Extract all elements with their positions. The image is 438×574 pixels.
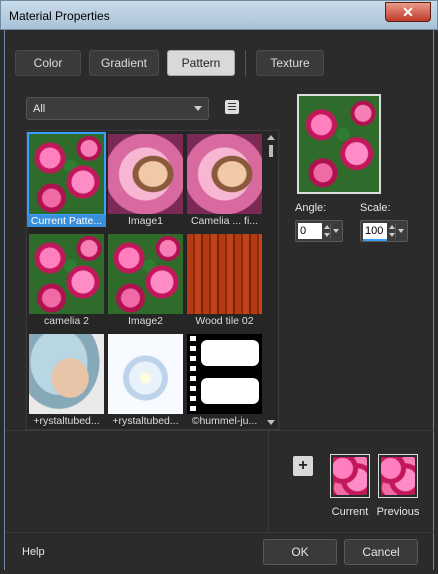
scale-dropdown-icon[interactable] — [395, 223, 405, 239]
dialog-body: Color Gradient Pattern Texture All Curre… — [4, 30, 435, 570]
scroll-up-icon[interactable] — [267, 135, 275, 140]
pattern-list: Current Patte... Image1 Camelia ... fi..… — [26, 130, 279, 430]
scale-slider-indicator — [363, 239, 387, 241]
pattern-item[interactable]: Current Patte... — [27, 131, 106, 231]
pattern-label: Image1 — [127, 215, 164, 227]
scale-label: Scale: — [360, 202, 391, 214]
pattern-preview[interactable] — [297, 94, 381, 194]
scale-spinner[interactable] — [360, 220, 408, 242]
pattern-label: +rystaltubed... — [112, 415, 179, 427]
cancel-button[interactable]: Cancel — [344, 539, 418, 565]
pattern-thumbnail — [108, 234, 183, 314]
help-link[interactable]: Help — [22, 546, 45, 558]
pattern-thumbnail — [108, 334, 183, 414]
scroll-thumb[interactable] — [269, 145, 273, 157]
pattern-item[interactable]: +rystaltubed... — [27, 331, 106, 431]
pattern-thumbnail — [187, 334, 262, 414]
pattern-item[interactable]: +rystaltubed... — [106, 331, 185, 431]
pattern-label: Current Patte... — [27, 215, 106, 227]
category-dropdown-value: All — [33, 102, 46, 115]
pattern-thumbnail — [29, 234, 104, 314]
window-title: Material Properties — [9, 9, 110, 23]
section-divider — [5, 430, 435, 431]
tab-bar: Color Gradient Pattern Texture — [15, 50, 324, 76]
scroll-down-icon[interactable] — [267, 420, 275, 425]
ok-button[interactable]: OK — [263, 539, 337, 565]
previous-swatch[interactable] — [378, 454, 418, 498]
pattern-thumbnail — [187, 234, 262, 314]
tab-texture[interactable]: Texture — [256, 50, 324, 76]
pattern-label: Camelia ... fi... — [190, 215, 259, 227]
pattern-thumbnail — [29, 334, 104, 414]
scale-input[interactable] — [363, 223, 387, 239]
tab-color[interactable]: Color — [15, 50, 81, 76]
pattern-label: Wood tile 02 — [195, 315, 254, 327]
pattern-grid: Current Patte... Image1 Camelia ... fi..… — [27, 131, 265, 431]
pattern-item[interactable]: Wood tile 02 — [185, 231, 264, 331]
angle-dropdown-icon[interactable] — [330, 223, 340, 239]
angle-spinner[interactable] — [295, 220, 343, 242]
tab-pattern[interactable]: Pattern — [167, 50, 235, 76]
close-button[interactable]: ✕ — [385, 2, 431, 22]
tab-separator — [245, 50, 246, 76]
current-swatch-image — [333, 457, 367, 495]
preview-image — [299, 96, 379, 192]
tab-gradient[interactable]: Gradient — [89, 50, 159, 76]
angle-label: Angle: — [295, 202, 327, 214]
film-frame — [201, 378, 259, 404]
current-label: Current — [331, 506, 369, 518]
pattern-thumbnail — [27, 132, 106, 216]
film-holes — [190, 336, 196, 412]
current-swatch[interactable] — [330, 454, 370, 498]
category-dropdown[interactable]: All — [26, 97, 209, 120]
previous-swatch-image — [381, 457, 415, 495]
plus-icon: + — [298, 457, 308, 474]
chevron-down-icon — [194, 106, 202, 111]
pattern-item[interactable]: ©hummel-ju... — [185, 331, 264, 431]
pattern-item[interactable]: Image1 — [106, 131, 185, 231]
film-frame — [201, 340, 259, 366]
pattern-thumbnail — [187, 134, 262, 214]
title-bar: Material Properties ✕ — [0, 0, 438, 30]
pattern-item[interactable]: camelia 2 — [27, 231, 106, 331]
pattern-thumbnail — [108, 134, 183, 214]
add-to-swatches-button[interactable]: + — [293, 456, 313, 476]
pattern-item[interactable]: Camelia ... fi... — [185, 131, 264, 231]
section-divider — [268, 431, 269, 531]
pattern-label: ©hummel-ju... — [191, 415, 258, 427]
footer-divider — [5, 532, 435, 533]
previous-label: Previous — [376, 506, 420, 518]
angle-input[interactable] — [298, 223, 322, 239]
pattern-label: camelia 2 — [44, 315, 89, 327]
pattern-scrollbar[interactable] — [266, 133, 276, 427]
pattern-label: Image2 — [127, 315, 164, 327]
close-icon: ✕ — [402, 3, 414, 20]
pattern-label: +rystaltubed... — [33, 415, 100, 427]
library-icon[interactable] — [225, 100, 239, 114]
pattern-item[interactable]: Image2 — [106, 231, 185, 331]
